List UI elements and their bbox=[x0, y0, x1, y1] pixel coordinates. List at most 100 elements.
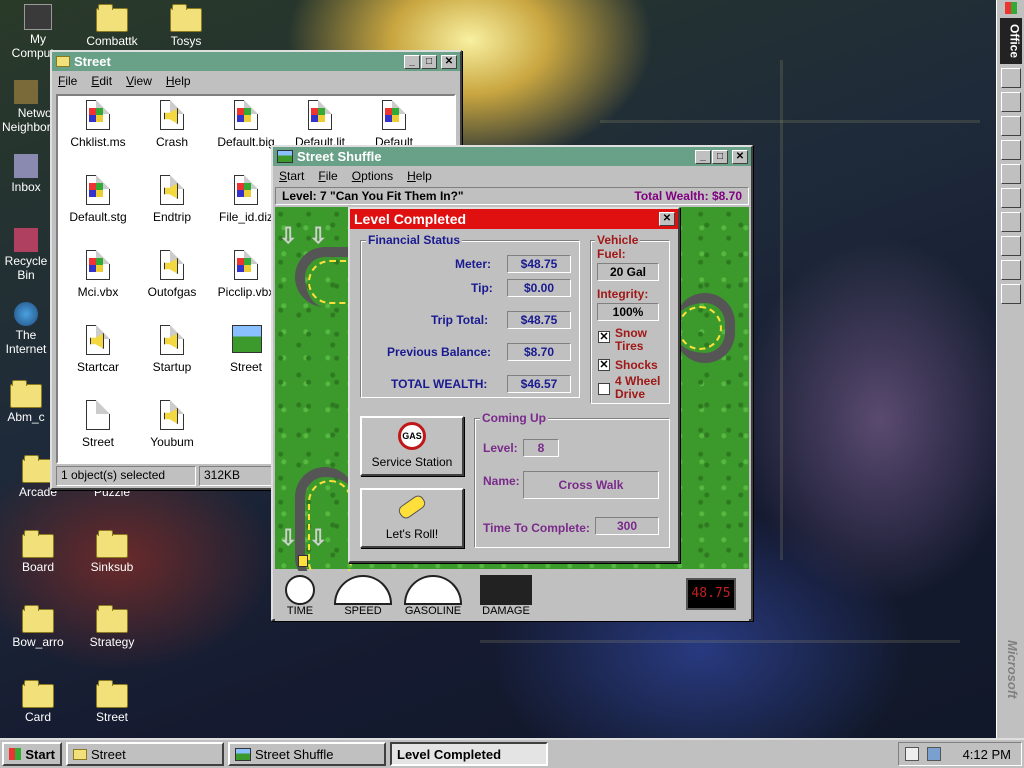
four-wheel-drive-checkbox[interactable] bbox=[598, 383, 610, 395]
desktop-icon-street[interactable]: Street bbox=[74, 680, 150, 724]
file-item[interactable]: Endtrip bbox=[134, 175, 210, 224]
desktop-icon-inbox[interactable]: Inbox bbox=[0, 154, 52, 194]
desktop-icon-tosys[interactable]: Tosys bbox=[148, 4, 224, 48]
vehicle-group: Vehicle Fuel: 20 Gal Integrity: 100% ✕ S… bbox=[590, 233, 670, 404]
desktop-icon-bow-arro[interactable]: Bow_arro bbox=[0, 605, 76, 649]
maximize-button[interactable]: □ bbox=[712, 149, 728, 164]
desktop-icon-internet[interactable]: The Internet bbox=[0, 302, 52, 356]
lets-roll-button[interactable]: Let's Roll! bbox=[360, 488, 464, 548]
file-item[interactable]: Default.stg bbox=[60, 175, 136, 224]
meter-value: $48.75 bbox=[507, 255, 571, 273]
folder-icon bbox=[96, 530, 128, 558]
file-item[interactable]: Crash bbox=[134, 100, 210, 149]
dashboard: TIME SPEED GASOLINE DAMAGE bbox=[275, 571, 749, 621]
task-button-level-completed[interactable]: Level Completed bbox=[390, 742, 548, 766]
file-item[interactable]: Startup bbox=[134, 325, 210, 374]
lets-roll-label: Let's Roll! bbox=[385, 527, 439, 541]
menu-help[interactable]: Help bbox=[166, 74, 191, 88]
desktop-icon-label: The Internet bbox=[5, 328, 47, 356]
desktop-icon-network[interactable]: Network Neighborhood bbox=[0, 80, 52, 134]
level-completed-dialog: Level Completed ✕ Financial Status Meter… bbox=[348, 207, 680, 563]
fuel-value: 20 Gal bbox=[597, 263, 659, 281]
close-button[interactable]: ✕ bbox=[732, 149, 748, 164]
car-icon bbox=[298, 555, 308, 567]
folder-icon bbox=[10, 380, 42, 408]
gauge-label: DAMAGE bbox=[482, 605, 530, 617]
file-name: Default.big bbox=[217, 135, 275, 149]
new-document-icon[interactable] bbox=[1000, 68, 1021, 89]
task-label: Street Shuffle bbox=[255, 746, 334, 762]
snow-tires-checkbox[interactable]: ✕ bbox=[598, 331, 610, 343]
coming-up-group: Coming Up Level: 8 Name: Cross Walk Time… bbox=[474, 411, 670, 548]
shocks-checkbox[interactable]: ✕ bbox=[598, 359, 610, 371]
desktop-icon-label: Abm_c bbox=[7, 410, 45, 424]
menu-options[interactable]: Options bbox=[352, 169, 393, 183]
file-item[interactable]: Youbum bbox=[134, 400, 210, 449]
task-button-street-shuffle[interactable]: Street Shuffle bbox=[228, 742, 386, 766]
tray-scheduler-icon[interactable] bbox=[904, 747, 919, 761]
clock-icon bbox=[285, 575, 315, 605]
desktop-icon-recycle-bin[interactable]: Recycle Bin bbox=[0, 228, 52, 282]
menu-start[interactable]: Start bbox=[279, 169, 304, 183]
desktop-icon-card[interactable]: Card bbox=[0, 680, 76, 724]
mail-icon[interactable] bbox=[1000, 116, 1021, 137]
menu-edit[interactable]: Edit bbox=[91, 74, 112, 88]
office-brand[interactable]: Office bbox=[999, 18, 1022, 65]
desktop-icon-sinksub[interactable]: Sinksub bbox=[74, 530, 150, 574]
file-item[interactable]: Street bbox=[60, 400, 136, 449]
file-item[interactable]: Startcar bbox=[60, 325, 136, 374]
help-icon[interactable] bbox=[1000, 260, 1021, 281]
minimize-button[interactable]: _ bbox=[404, 54, 420, 69]
file-item[interactable]: Outofgas bbox=[134, 250, 210, 299]
desktop-icon-label: Network Neighborhood bbox=[2, 106, 52, 134]
gas-icon: GAS bbox=[398, 422, 426, 450]
road-segment bbox=[675, 293, 735, 363]
folder-icon bbox=[22, 680, 54, 708]
desktop-icon-board[interactable]: Board bbox=[0, 530, 76, 574]
speedometer-icon bbox=[334, 575, 392, 605]
tray-network-icon[interactable] bbox=[926, 747, 941, 761]
explorer-titlebar[interactable]: Street _ □ ✕ bbox=[52, 52, 460, 71]
file-name: Crash bbox=[155, 135, 188, 149]
maximize-button[interactable]: □ bbox=[421, 54, 437, 69]
file-item[interactable]: Mci.vbx bbox=[60, 250, 136, 299]
time-gauge: TIME bbox=[283, 575, 317, 617]
service-station-button[interactable]: GAS Service Station bbox=[360, 416, 464, 476]
file-item[interactable]: Default bbox=[356, 100, 432, 149]
open-folder-icon[interactable] bbox=[1000, 92, 1021, 113]
contact-icon[interactable] bbox=[1000, 188, 1021, 209]
close-button[interactable]: ✕ bbox=[441, 54, 457, 69]
gauge-label: SPEED bbox=[344, 605, 382, 617]
minimize-button[interactable]: _ bbox=[695, 149, 711, 164]
gauge-label: GASOLINE bbox=[404, 605, 462, 617]
clock[interactable]: 4:12 PM bbox=[963, 747, 1011, 762]
desktop-icon-strategy[interactable]: Strategy bbox=[74, 605, 150, 649]
start-button[interactable]: Start bbox=[2, 742, 62, 766]
file-item[interactable]: Default.lit bbox=[282, 100, 358, 149]
menu-file[interactable]: File bbox=[318, 169, 337, 183]
menu-help[interactable]: Help bbox=[407, 169, 432, 183]
arrow-down-icon: ⇩ bbox=[279, 223, 298, 248]
schedule-icon[interactable] bbox=[1000, 140, 1021, 161]
dialog-titlebar[interactable]: Level Completed ✕ bbox=[350, 209, 678, 229]
task-icon[interactable] bbox=[1000, 164, 1021, 185]
status-selected: 1 object(s) selected bbox=[56, 466, 196, 486]
desktop-icon-combattk[interactable]: Combattk bbox=[74, 4, 150, 48]
file-item[interactable]: Default.big bbox=[208, 100, 284, 149]
digital-readout: 48.75 bbox=[686, 578, 736, 610]
book-icon[interactable] bbox=[1000, 284, 1021, 305]
file-item[interactable]: Chklist.ms bbox=[60, 100, 136, 149]
menu-view[interactable]: View bbox=[126, 74, 152, 88]
office-shortcut-bar: Office Microsoft bbox=[996, 0, 1024, 738]
globe-icon[interactable] bbox=[1000, 236, 1021, 257]
task-button-street[interactable]: Street bbox=[66, 742, 224, 766]
gallery-icon[interactable] bbox=[1000, 212, 1021, 233]
trip-total-label: Trip Total: bbox=[431, 313, 489, 327]
time-to-complete-value: 300 bbox=[595, 517, 659, 535]
file-name: Street bbox=[229, 360, 262, 374]
close-button[interactable]: ✕ bbox=[659, 212, 675, 226]
menu-file[interactable]: File bbox=[58, 74, 77, 88]
desktop-icon-abm[interactable]: Abm_c bbox=[0, 380, 52, 424]
game-titlebar[interactable]: Street Shuffle _ □ ✕ bbox=[273, 147, 751, 166]
taskbar: Start Street Street Shuffle Level Comple… bbox=[0, 738, 1024, 768]
